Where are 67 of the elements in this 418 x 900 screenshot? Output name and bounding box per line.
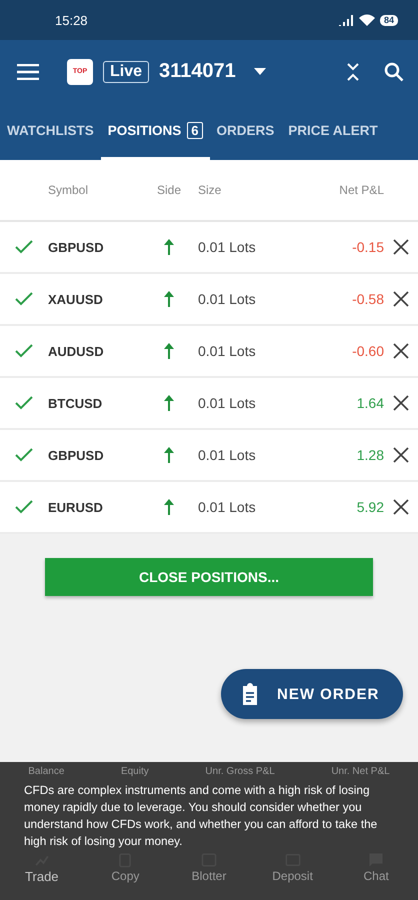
up-arrow-icon bbox=[164, 499, 174, 515]
column-header: Side bbox=[156, 183, 182, 197]
count-badge: 6 bbox=[187, 122, 202, 138]
close-positions-button[interactable]: CLOSE POSITIONS... bbox=[45, 558, 373, 596]
column-header: Size bbox=[198, 183, 222, 197]
summary-label: Equity bbox=[120, 766, 149, 778]
account-type-badge: Live bbox=[103, 60, 150, 82]
checkmark-icon[interactable] bbox=[15, 344, 33, 358]
risk-disclaimer: CFDs are complex instruments and come with a high risk of losing money rapidly due to leverage. You should consider whether you understand how CFDs work, and whether you can afford to take the high risk of losing your money. bbox=[24, 782, 378, 850]
account-number[interactable]: 3114071 bbox=[159, 60, 236, 83]
size-cell: 0.01 Lots bbox=[198, 239, 256, 255]
up-arrow-icon bbox=[164, 291, 174, 307]
close-icon[interactable] bbox=[393, 447, 409, 463]
new-order-button[interactable]: NEW ORDER bbox=[221, 669, 403, 719]
column-header: Symbol bbox=[48, 183, 88, 197]
nav-item[interactable]: Copy bbox=[84, 852, 168, 884]
up-arrow-icon bbox=[164, 395, 174, 411]
size-cell: 0.01 Lots bbox=[198, 395, 256, 411]
close-icon[interactable] bbox=[393, 395, 409, 411]
checkmark-icon[interactable] bbox=[15, 448, 33, 462]
nav-item[interactable]: Blotter bbox=[167, 852, 251, 884]
wifi-icon bbox=[358, 14, 375, 26]
search-icon[interactable] bbox=[384, 62, 404, 82]
size-cell: 0.01 Lots bbox=[198, 499, 256, 515]
symbol-cell: GBPUSD bbox=[48, 448, 104, 462]
pnl-cell: -0.58 bbox=[352, 291, 384, 307]
pnl-cell: 1.28 bbox=[356, 447, 384, 463]
collapse-icon[interactable] bbox=[346, 62, 360, 80]
checkmark-icon[interactable] bbox=[15, 500, 33, 514]
close-icon[interactable] bbox=[393, 291, 409, 307]
symbol-cell: EURUSD bbox=[48, 500, 103, 514]
size-cell: 0.01 Lots bbox=[198, 343, 256, 359]
status-time: 15:28 bbox=[55, 12, 88, 28]
checkmark-icon[interactable] bbox=[15, 240, 33, 254]
dropdown-caret-icon[interactable] bbox=[254, 68, 266, 75]
nav-item[interactable]: Trade bbox=[0, 852, 84, 884]
signal-icon bbox=[338, 14, 354, 26]
symbol-cell: GBPUSD bbox=[48, 240, 104, 254]
pnl-cell: -0.60 bbox=[352, 343, 384, 359]
symbol-cell: XAUUSD bbox=[48, 292, 103, 306]
pnl-cell: 5.92 bbox=[356, 499, 384, 515]
tab[interactable]: PRICE ALERT bbox=[281, 103, 385, 160]
up-arrow-icon bbox=[164, 343, 174, 359]
checkmark-icon[interactable] bbox=[15, 292, 33, 306]
close-icon[interactable] bbox=[393, 343, 409, 359]
summary-label: Balance bbox=[28, 766, 64, 778]
column-header: Net P&L bbox=[339, 183, 384, 197]
tab[interactable]: ORDERS bbox=[210, 103, 282, 160]
tab[interactable]: WATCHLISTS bbox=[0, 103, 101, 160]
menu-icon[interactable] bbox=[17, 64, 39, 80]
nav-item[interactable]: Chat bbox=[334, 852, 418, 884]
summary-label: Unr. Gross P&L bbox=[205, 766, 275, 778]
pnl-cell: -0.15 bbox=[352, 239, 384, 255]
symbol-cell: AUDUSD bbox=[48, 344, 104, 358]
nav-item[interactable]: Deposit bbox=[250, 852, 334, 884]
size-cell: 0.01 Lots bbox=[198, 291, 256, 307]
up-arrow-icon bbox=[164, 447, 174, 463]
up-arrow-icon bbox=[164, 239, 174, 255]
symbol-cell: BTCUSD bbox=[48, 396, 102, 410]
size-cell: 0.01 Lots bbox=[198, 447, 256, 463]
summary-label: Unr. Net P&L bbox=[331, 766, 390, 778]
battery-icon: 84 bbox=[380, 14, 398, 26]
pnl-cell: 1.64 bbox=[356, 395, 384, 411]
clipboard-icon bbox=[241, 683, 259, 705]
close-icon[interactable] bbox=[393, 239, 409, 255]
close-icon[interactable] bbox=[393, 499, 409, 515]
checkmark-icon[interactable] bbox=[15, 396, 33, 410]
